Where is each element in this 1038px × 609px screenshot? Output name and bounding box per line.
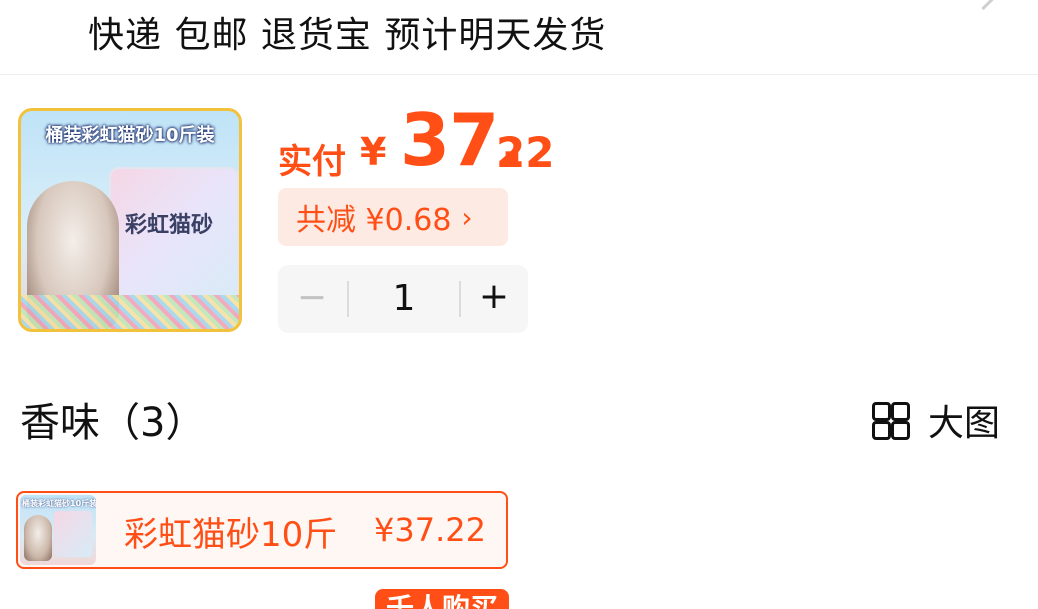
decrease-button[interactable]: − bbox=[278, 265, 346, 333]
chevron-right-icon[interactable] bbox=[965, 0, 1002, 11]
option-section-title: 香味（3） bbox=[20, 400, 206, 446]
variant-thumbnail-banner: 桶装彩虹猫砂10斤装 bbox=[22, 499, 96, 508]
litter-illustration bbox=[21, 295, 239, 329]
product-bucket-illustration bbox=[54, 511, 92, 557]
large-image-toggle[interactable]: 大图 bbox=[872, 398, 1000, 444]
variant-price: ¥37.22 bbox=[374, 511, 486, 549]
promo-badge: 千人购买 bbox=[375, 589, 509, 609]
increase-button[interactable]: + bbox=[460, 265, 528, 333]
large-image-label: 大图 bbox=[928, 403, 1001, 444]
variant-option[interactable]: 桶装彩虹猫砂10斤装 彩虹猫砂10斤 ¥37.22 bbox=[16, 491, 508, 569]
price-currency: ¥ bbox=[360, 130, 387, 174]
chevron-right-icon: › bbox=[461, 200, 473, 234]
variant-name: 彩虹猫砂10斤 bbox=[124, 515, 338, 555]
quantity-stepper: − 1 + bbox=[278, 265, 528, 333]
variant-thumbnail: 桶装彩虹猫砂10斤装 bbox=[20, 495, 96, 565]
price-label: 实付 bbox=[278, 142, 346, 182]
price-decimal: 22 bbox=[496, 128, 555, 177]
product-bucket-label: 彩虹猫砂 bbox=[125, 213, 214, 238]
discount-button[interactable]: 共减 ¥0.68 › bbox=[278, 188, 508, 246]
grid-icon bbox=[872, 402, 910, 440]
discount-text: 共减 ¥0.68 bbox=[296, 203, 452, 238]
cat-illustration bbox=[24, 515, 52, 561]
product-image-banner-text: 桶装彩虹猫砂10斤装 bbox=[45, 125, 215, 146]
quantity-value[interactable]: 1 bbox=[348, 265, 460, 333]
product-image[interactable]: 桶装彩虹猫砂10斤装 彩虹猫砂 bbox=[18, 108, 242, 332]
shipping-info-bar: 快递 包邮 退货宝 预计明天发货 bbox=[0, 0, 1038, 75]
shipping-info-text: 快递 包邮 退货宝 预计明天发货 bbox=[88, 15, 607, 56]
